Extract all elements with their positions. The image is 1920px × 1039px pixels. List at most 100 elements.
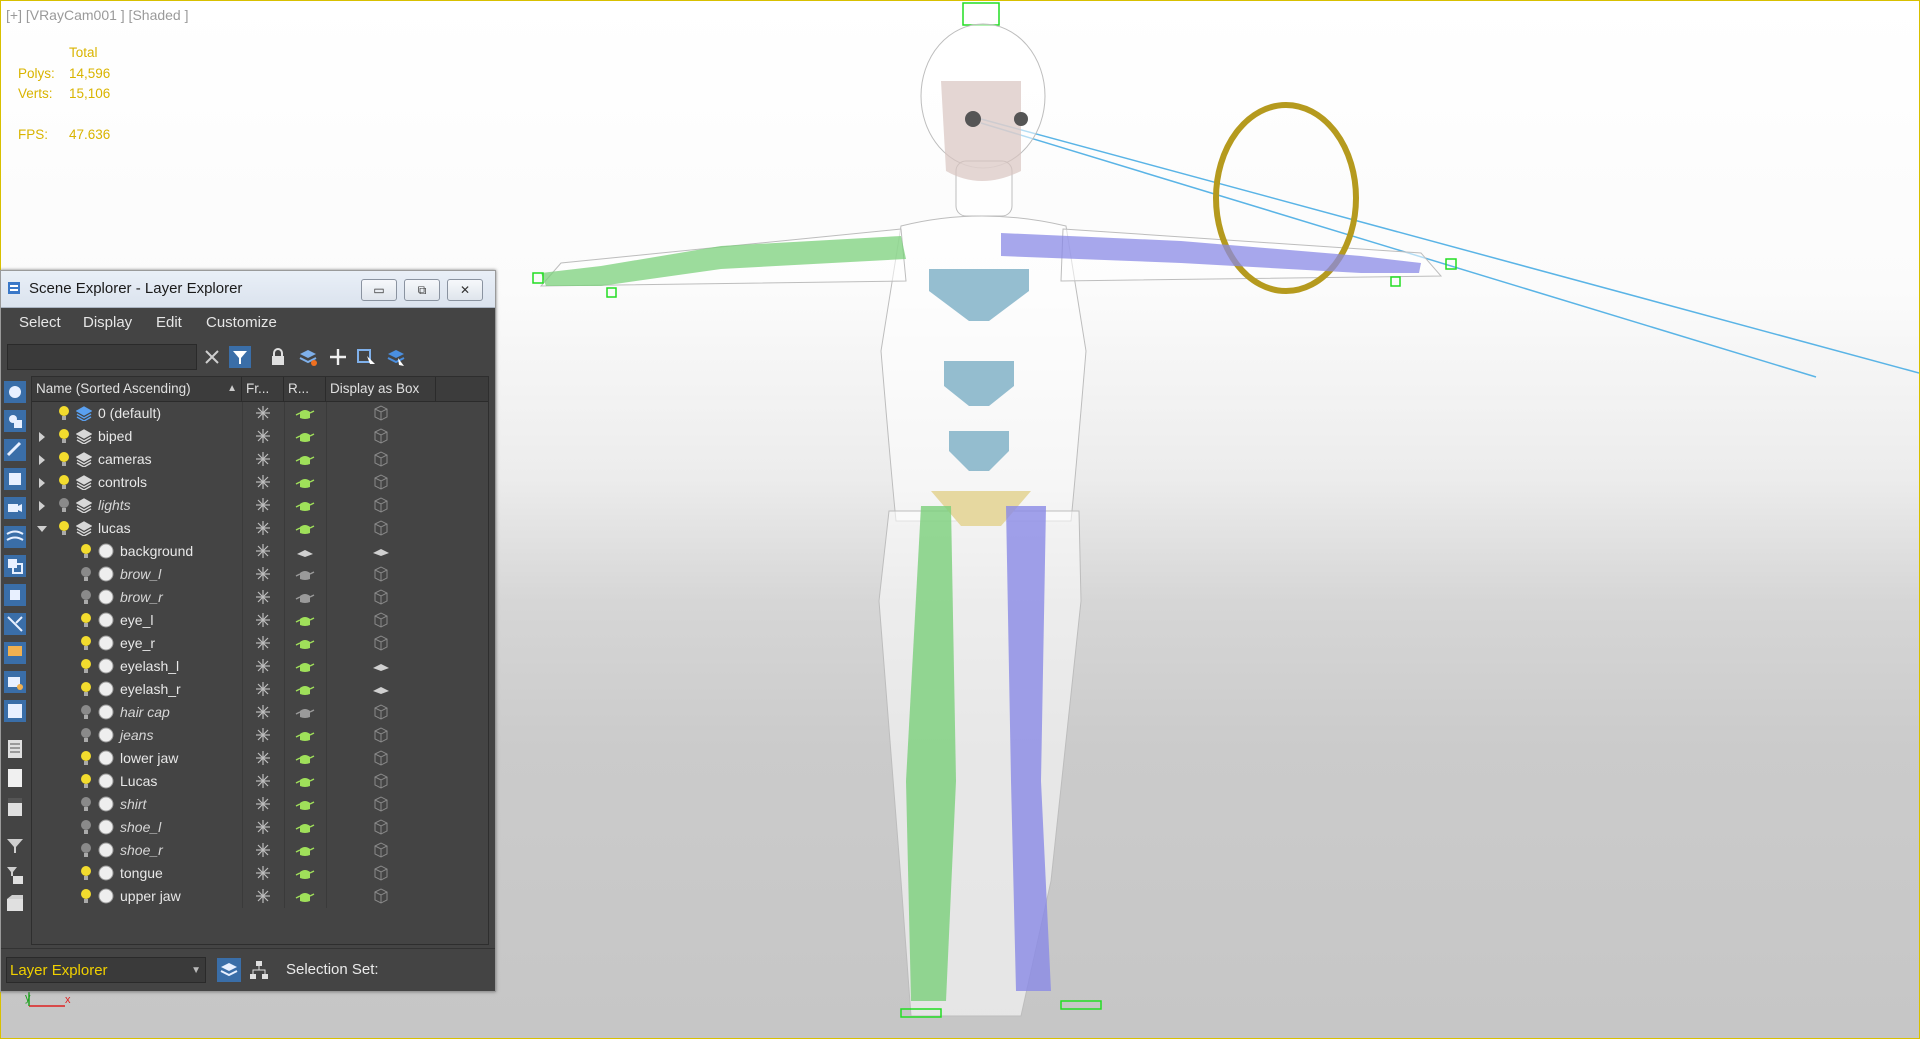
restore-button[interactable]: ⧉ (404, 279, 440, 301)
display-as-box-icon[interactable] (372, 428, 390, 444)
renderable-teapot-icon[interactable] (295, 798, 315, 812)
freeze-snowflake-icon[interactable] (255, 819, 271, 835)
row-name[interactable]: shoe_l (120, 819, 161, 835)
column-header-name[interactable]: Name (Sorted Ascending) ▲ (32, 377, 242, 401)
display-as-box-icon[interactable] (372, 750, 390, 766)
explorer-type-dropdown[interactable]: Layer Explorer ▼ (6, 957, 206, 983)
renderable-off-icon[interactable] (295, 545, 315, 559)
display-geometry-icon[interactable] (4, 410, 26, 432)
table-row[interactable]: tongue (32, 862, 488, 885)
visibility-lightbulb-icon[interactable] (80, 681, 92, 697)
display-shapes-icon[interactable] (4, 439, 26, 461)
visibility-lightbulb-icon[interactable] (80, 727, 92, 743)
scene-explorer-window[interactable]: Scene Explorer - Layer Explorer ▭ ⧉ ✕ Se… (0, 270, 496, 992)
row-name[interactable]: shirt (120, 796, 146, 812)
visibility-lightbulb-icon[interactable] (80, 543, 92, 559)
table-row[interactable]: brow_r (32, 586, 488, 609)
display-as-box-on-icon[interactable] (372, 681, 390, 697)
table-row[interactable]: background (32, 540, 488, 563)
renderable-teapot-icon[interactable] (295, 660, 315, 674)
expand-arrow-right-icon[interactable] (36, 454, 48, 466)
close-button[interactable]: ✕ (447, 279, 483, 301)
layer-mode-icon[interactable] (217, 958, 241, 982)
display-as-box-icon[interactable] (372, 566, 390, 582)
freeze-snowflake-icon[interactable] (255, 612, 271, 628)
freeze-snowflake-icon[interactable] (255, 566, 271, 582)
table-row[interactable]: Lucas (32, 770, 488, 793)
table-row[interactable]: shoe_l (32, 816, 488, 839)
filter-icon[interactable] (4, 835, 26, 857)
renderable-teapot-icon[interactable] (295, 706, 315, 720)
freeze-snowflake-icon[interactable] (255, 681, 271, 697)
display-as-box-icon[interactable] (372, 635, 390, 651)
display-as-box-icon[interactable] (372, 888, 390, 904)
freeze-snowflake-icon[interactable] (255, 727, 271, 743)
row-name[interactable]: cameras (98, 451, 152, 467)
row-name[interactable]: hair cap (120, 704, 170, 720)
freeze-snowflake-icon[interactable] (255, 635, 271, 651)
table-row[interactable]: lights (32, 494, 488, 517)
display-containers-icon[interactable] (4, 671, 26, 693)
visibility-lightbulb-icon[interactable] (58, 497, 70, 513)
filter-toggle-icon[interactable] (229, 346, 251, 368)
column-header-render[interactable]: R... (284, 377, 326, 401)
display-as-box-icon[interactable] (372, 819, 390, 835)
row-name[interactable]: jeans (120, 727, 153, 743)
table-row[interactable]: 0 (default) (32, 402, 488, 425)
select-none-icon[interactable] (4, 767, 26, 789)
row-name[interactable]: lucas (98, 520, 131, 536)
display-bones-icon[interactable] (4, 642, 26, 664)
row-name[interactable]: background (120, 543, 193, 559)
renderable-teapot-icon[interactable] (295, 522, 315, 536)
display-as-box-icon[interactable] (372, 451, 390, 467)
display-as-box-icon[interactable] (372, 796, 390, 812)
select-all-icon[interactable] (4, 738, 26, 760)
display-frozen-icon[interactable] (4, 700, 26, 722)
visibility-lightbulb-icon[interactable] (58, 405, 70, 421)
renderable-teapot-icon[interactable] (295, 729, 315, 743)
display-as-box-icon[interactable] (372, 727, 390, 743)
renderable-teapot-icon[interactable] (295, 568, 315, 582)
display-as-box-icon[interactable] (372, 497, 390, 513)
row-name[interactable]: eye_r (120, 635, 155, 651)
freeze-snowflake-icon[interactable] (255, 405, 271, 421)
visibility-lightbulb-icon[interactable] (80, 704, 92, 720)
display-spacewarps-icon[interactable] (4, 555, 26, 577)
row-name[interactable]: upper jaw (120, 888, 181, 904)
display-as-box-icon[interactable] (372, 612, 390, 628)
column-header-freeze[interactable]: Fr... (242, 377, 284, 401)
table-row[interactable]: shirt (32, 793, 488, 816)
freeze-snowflake-icon[interactable] (255, 497, 271, 513)
freeze-snowflake-icon[interactable] (255, 520, 271, 536)
menu-customize[interactable]: Customize (206, 314, 277, 331)
row-name[interactable]: brow_r (120, 589, 163, 605)
freeze-snowflake-icon[interactable] (255, 750, 271, 766)
visibility-lightbulb-icon[interactable] (80, 773, 92, 789)
renderable-teapot-icon[interactable] (295, 637, 315, 651)
menu-edit[interactable]: Edit (156, 314, 182, 331)
search-input[interactable] (7, 344, 197, 370)
freeze-snowflake-icon[interactable] (255, 474, 271, 490)
column-header-display-as-box[interactable]: Display as Box (326, 377, 436, 401)
hierarchy-mode-icon[interactable] (247, 958, 271, 982)
display-groups-icon[interactable] (4, 584, 26, 606)
freeze-snowflake-icon[interactable] (255, 888, 271, 904)
renderable-teapot-icon[interactable] (295, 890, 315, 904)
add-icon[interactable] (327, 346, 349, 368)
renderable-teapot-icon[interactable] (295, 476, 315, 490)
table-row[interactable]: shoe_r (32, 839, 488, 862)
row-name[interactable]: shoe_r (120, 842, 163, 858)
row-name[interactable]: Lucas (120, 773, 157, 789)
freeze-snowflake-icon[interactable] (255, 658, 271, 674)
display-as-box-icon[interactable] (372, 405, 390, 421)
visibility-lightbulb-icon[interactable] (58, 451, 70, 467)
display-as-box-icon[interactable] (372, 773, 390, 789)
visibility-lightbulb-icon[interactable] (58, 428, 70, 444)
new-layer-icon[interactable] (297, 346, 319, 368)
table-row[interactable]: controls (32, 471, 488, 494)
display-cameras-icon[interactable] (4, 497, 26, 519)
table-row[interactable]: eye_l (32, 609, 488, 632)
visibility-lightbulb-icon[interactable] (80, 566, 92, 582)
table-row[interactable]: biped (32, 425, 488, 448)
display-as-box-on-icon[interactable] (372, 658, 390, 674)
